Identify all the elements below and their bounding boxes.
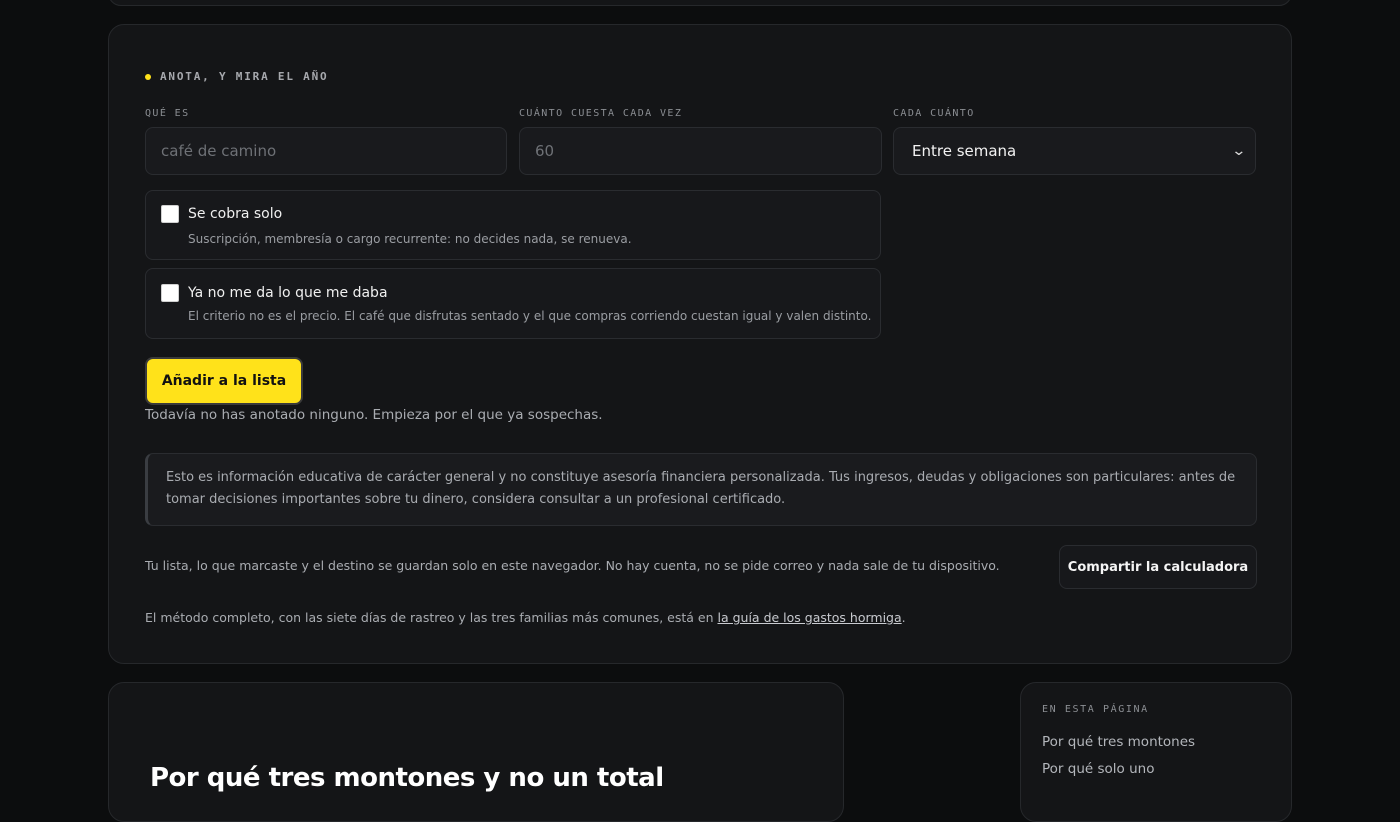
method-note: El método completo, con las siete días d… <box>145 610 906 625</box>
no-longer-worth-title: Ya no me da lo que me daba <box>188 285 388 301</box>
cost-label: CUÁNTO CUESTA CADA VEZ <box>519 108 683 119</box>
calculator-card: ANOTA, Y MIRA EL AÑO QUÉ ES CUÁNTO CUEST… <box>108 24 1292 664</box>
toc-item[interactable]: Por qué solo uno <box>1042 761 1154 777</box>
method-suffix: . <box>901 610 906 625</box>
check-card-no-longer-worth[interactable]: Ya no me da lo que me daba El criterio n… <box>145 268 881 339</box>
auto-charge-description: Suscripción, membresía o cargo recurrent… <box>188 232 632 246</box>
what-field-box <box>145 127 507 175</box>
check-card-auto-charge[interactable]: Se cobra solo Suscripción, membresía o c… <box>145 190 881 260</box>
dot-icon <box>145 73 151 80</box>
article-card: Por qué tres montones y no un total <box>108 682 844 822</box>
frequency-select[interactable]: Entre semana ⌄ <box>893 127 1256 175</box>
cost-input[interactable] <box>535 142 866 160</box>
calculator-kicker: ANOTA, Y MIRA EL AÑO <box>145 70 328 83</box>
add-to-list-button[interactable]: Añadir a la lista <box>145 357 303 405</box>
toc-item[interactable]: Por qué tres montones <box>1042 734 1195 750</box>
no-longer-worth-checkbox[interactable] <box>161 284 179 302</box>
share-calculator-button[interactable]: Compartir la calculadora <box>1059 545 1257 589</box>
privacy-note: Tu lista, lo que marcaste y el destino s… <box>145 558 1000 573</box>
disclaimer: Esto es información educativa de carácte… <box>145 453 1257 526</box>
what-input[interactable] <box>161 142 491 160</box>
toc-label: EN ESTA PÁGINA <box>1042 704 1149 715</box>
kicker-text: ANOTA, Y MIRA EL AÑO <box>160 70 329 83</box>
frequency-label: CADA CUÁNTO <box>893 108 975 119</box>
what-label: QUÉ ES <box>145 108 190 119</box>
cost-field-box <box>519 127 882 175</box>
auto-charge-checkbox[interactable] <box>161 205 179 223</box>
no-longer-worth-description: El criterio no es el precio. El café que… <box>188 309 872 323</box>
guide-link[interactable]: la guía de los gastos hormiga <box>718 610 902 625</box>
empty-list-note: Todavía no has anotado ninguno. Empieza … <box>145 407 603 423</box>
article-title: Por qué tres montones y no un total <box>150 763 664 793</box>
auto-charge-title: Se cobra solo <box>188 206 283 222</box>
chevron-down-icon: ⌄ <box>1231 143 1247 159</box>
method-prefix: El método completo, con las siete días d… <box>145 610 718 625</box>
table-of-contents: EN ESTA PÁGINA Por qué tres montones Por… <box>1020 682 1292 822</box>
previous-section-card <box>108 0 1292 6</box>
frequency-selected-value: Entre semana <box>912 142 1017 160</box>
